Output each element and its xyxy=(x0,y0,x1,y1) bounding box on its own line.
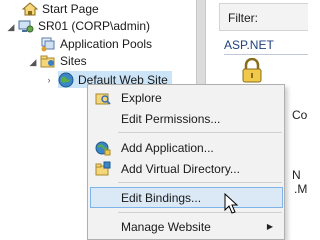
menu-item-label: Add Virtual Directory... xyxy=(121,161,240,176)
add-virtual-directory-icon xyxy=(95,161,111,176)
server-icon xyxy=(18,20,34,32)
tree-item-label: Start Page xyxy=(42,1,99,16)
menu-item-label: Explore xyxy=(121,90,162,105)
app-pools-icon xyxy=(41,37,55,51)
collapse-icon[interactable]: ◢ xyxy=(28,57,38,67)
menu-item-add-application[interactable]: Add Application... xyxy=(90,137,283,158)
menu-item-label: Edit Permissions... xyxy=(121,111,221,126)
group-divider xyxy=(224,54,308,55)
context-menu: Explore Edit Permissions... Add Applicat… xyxy=(87,84,285,240)
menu-separator xyxy=(118,182,282,183)
menu-separator xyxy=(118,132,282,133)
tree-item-server[interactable]: SR01 (CORP\admin) xyxy=(18,17,150,34)
sites-folder-icon xyxy=(40,55,55,67)
collapse-icon[interactable]: ◢ xyxy=(6,22,16,32)
tree-item-label: SR01 (CORP\admin) xyxy=(38,18,151,33)
menu-item-label: Add Application... xyxy=(121,140,214,155)
menu-item-manage-website[interactable]: Manage Website ▶ xyxy=(90,216,283,237)
menu-item-label: Edit Bindings... xyxy=(121,190,202,205)
filter-bar[interactable]: Filter: xyxy=(219,3,308,31)
menu-item-add-virtual-directory[interactable]: Add Virtual Directory... xyxy=(90,158,283,179)
tree-item-label: Sites xyxy=(60,53,87,68)
tree-item-start-page[interactable]: Start Page xyxy=(22,0,99,17)
menu-item-edit-permissions[interactable]: Edit Permissions... xyxy=(90,108,283,129)
menu-separator xyxy=(118,212,282,213)
add-application-icon xyxy=(95,141,111,156)
menu-item-edit-bindings[interactable]: Edit Bindings... xyxy=(90,187,283,208)
feature-label-fragment: N xyxy=(292,168,301,182)
group-header-aspnet: ASP.NET xyxy=(224,38,274,52)
expand-icon[interactable]: › xyxy=(44,75,54,85)
explore-folder-icon xyxy=(95,93,111,105)
submenu-arrow-icon: ▶ xyxy=(266,222,273,231)
globe-icon xyxy=(58,72,74,87)
tree-item-application-pools[interactable]: Application Pools xyxy=(40,35,152,52)
tree-item-label: Application Pools xyxy=(60,36,153,51)
home-icon xyxy=(22,1,38,15)
filter-label: Filter: xyxy=(228,11,258,25)
menu-item-explore[interactable]: Explore xyxy=(90,87,283,108)
feature-label-fragment: .M xyxy=(294,182,308,196)
tree-item-sites[interactable]: Sites xyxy=(40,52,87,69)
menu-item-label: Manage Website xyxy=(121,219,211,234)
mouse-cursor-icon xyxy=(224,193,239,214)
lock-icon xyxy=(242,58,262,83)
feature-label-fragment: Co xyxy=(292,108,308,122)
